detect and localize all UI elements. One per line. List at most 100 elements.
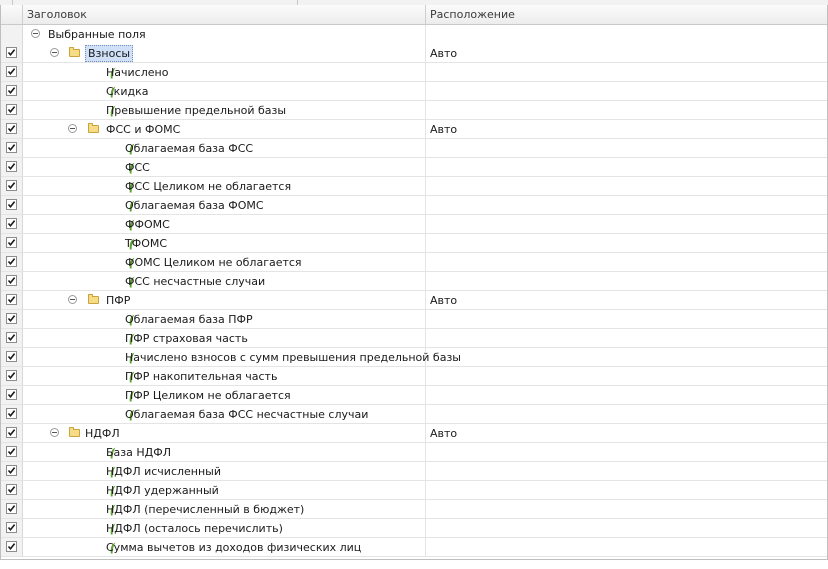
field-row[interactable]: Начислено взносов с сумм превышения пред… xyxy=(1,348,827,367)
field-row[interactable]: Облагаемая база ФСС xyxy=(1,139,827,158)
field-checkbox[interactable] xyxy=(6,370,17,381)
placement-cell[interactable] xyxy=(426,63,827,82)
header-placement[interactable]: Расположение xyxy=(426,5,827,24)
field-checkbox[interactable] xyxy=(6,389,17,400)
placement-cell[interactable]: Авто xyxy=(426,291,827,310)
placement-cell[interactable] xyxy=(426,139,827,158)
collapse-toggle-icon[interactable] xyxy=(31,29,40,38)
field-checkbox[interactable] xyxy=(6,275,17,286)
placement-cell[interactable]: Авто xyxy=(426,120,827,139)
check-column xyxy=(1,82,23,101)
placement-cell[interactable] xyxy=(426,462,827,481)
field-row[interactable]: Облагаемая база ФСС несчастные случаи xyxy=(1,405,827,424)
collapse-toggle-icon[interactable] xyxy=(50,48,59,57)
field-row[interactable]: Сумма вычетов из доходов физических лиц xyxy=(1,538,827,557)
title-cell: ПФР xyxy=(23,291,426,310)
header-title[interactable]: Заголовок xyxy=(23,5,426,24)
field-row[interactable]: Облагаемая база ФОМС xyxy=(1,196,827,215)
field-checkbox[interactable] xyxy=(6,465,17,476)
placement-cell[interactable] xyxy=(426,405,827,424)
field-checkbox[interactable] xyxy=(6,123,17,134)
field-checkbox[interactable] xyxy=(6,408,17,419)
field-row[interactable]: ПФР накопительная часть xyxy=(1,367,827,386)
field-checkbox[interactable] xyxy=(6,47,17,58)
field-row[interactable]: ФСС xyxy=(1,158,827,177)
field-row[interactable]: Облагаемая база ПФР xyxy=(1,310,827,329)
placement-cell[interactable] xyxy=(426,253,827,272)
title-cell: ФОМС Целиком не облагается xyxy=(23,253,426,272)
placement-cell[interactable] xyxy=(426,158,827,177)
placement-cell[interactable] xyxy=(426,234,827,253)
field-row[interactable]: ТФОМС xyxy=(1,234,827,253)
root-row[interactable]: Выбранные поля xyxy=(1,25,827,44)
field-row[interactable]: НДФЛ удержанный xyxy=(1,481,827,500)
placement-cell[interactable]: Авто xyxy=(426,424,827,443)
group-row[interactable]: Взносы Авто xyxy=(1,44,827,63)
selected-fields-tree[interactable]: Заголовок Расположение Выбранные поля Взн… xyxy=(0,5,828,560)
placement-cell[interactable] xyxy=(426,101,827,120)
field-checkbox[interactable] xyxy=(6,484,17,495)
field-row[interactable]: Начислено xyxy=(1,63,827,82)
field-row[interactable]: Превышение предельной базы xyxy=(1,101,827,120)
field-checkbox[interactable] xyxy=(6,85,17,96)
group-row[interactable]: НДФЛ Авто xyxy=(1,424,827,443)
placement-cell[interactable] xyxy=(426,500,827,519)
field-checkbox[interactable] xyxy=(6,199,17,210)
title-cell: ФСС несчастные случаи xyxy=(23,272,426,291)
field-checkbox[interactable] xyxy=(6,66,17,77)
placement-cell[interactable] xyxy=(426,25,827,44)
placement-cell[interactable] xyxy=(426,348,827,367)
field-row[interactable]: Скидка xyxy=(1,82,827,101)
field-row[interactable]: ФФОМС xyxy=(1,215,827,234)
field-checkbox[interactable] xyxy=(6,522,17,533)
placement-cell[interactable] xyxy=(426,310,827,329)
collapse-toggle-icon[interactable] xyxy=(68,124,77,133)
collapse-toggle-icon[interactable] xyxy=(68,295,77,304)
placement-cell[interactable] xyxy=(426,538,827,557)
field-row[interactable]: База НДФЛ xyxy=(1,443,827,462)
field-checkbox[interactable] xyxy=(6,104,17,115)
placement-cell[interactable] xyxy=(426,196,827,215)
field-row[interactable]: ПФР Целиком не облагается xyxy=(1,386,827,405)
collapse-toggle-icon[interactable] xyxy=(50,428,59,437)
placement-cell[interactable] xyxy=(426,329,827,348)
placement-cell[interactable] xyxy=(426,481,827,500)
field-label: ПФР накопительная часть xyxy=(125,370,278,383)
field-row[interactable]: НДФЛ исчисленный xyxy=(1,462,827,481)
placement-cell[interactable] xyxy=(426,386,827,405)
field-checkbox[interactable] xyxy=(6,427,17,438)
group-row[interactable]: ФСС и ФОМС Авто xyxy=(1,120,827,139)
field-row[interactable]: НДФЛ (перечисленный в бюджет) xyxy=(1,500,827,519)
placement-cell[interactable] xyxy=(426,272,827,291)
field-checkbox[interactable] xyxy=(6,503,17,514)
field-checkbox[interactable] xyxy=(6,180,17,191)
field-row[interactable]: ФСС Целиком не облагается xyxy=(1,177,827,196)
field-checkbox[interactable] xyxy=(6,142,17,153)
placement-cell[interactable] xyxy=(426,177,827,196)
field-checkbox[interactable] xyxy=(6,332,17,343)
field-checkbox[interactable] xyxy=(6,294,17,305)
field-row[interactable]: ПФР страховая часть xyxy=(1,329,827,348)
field-checkbox[interactable] xyxy=(6,313,17,324)
placement-cell[interactable] xyxy=(426,443,827,462)
placement-cell[interactable]: Авто xyxy=(426,44,827,63)
placement-cell[interactable] xyxy=(426,367,827,386)
field-checkbox[interactable] xyxy=(6,218,17,229)
field-checkbox[interactable] xyxy=(6,446,17,457)
field-row[interactable]: ФСС несчастные случаи xyxy=(1,272,827,291)
field-row[interactable]: НДФЛ (осталось перечислить) xyxy=(1,519,827,538)
placement-cell[interactable] xyxy=(426,519,827,538)
field-checkbox[interactable] xyxy=(6,541,17,552)
placement-cell[interactable] xyxy=(426,215,827,234)
field-checkbox[interactable] xyxy=(6,351,17,362)
field-checkbox[interactable] xyxy=(6,237,17,248)
field-row[interactable]: ФОМС Целиком не облагается xyxy=(1,253,827,272)
field-checkbox[interactable] xyxy=(6,256,17,267)
field-label: ФСС несчастные случаи xyxy=(125,275,266,288)
placement-cell[interactable] xyxy=(426,82,827,101)
group-row[interactable]: ПФР Авто xyxy=(1,291,827,310)
field-label: Выбранные поля xyxy=(48,28,146,41)
check-column xyxy=(1,405,23,424)
field-checkbox[interactable] xyxy=(6,161,17,172)
field-label: НДФЛ xyxy=(85,427,120,440)
